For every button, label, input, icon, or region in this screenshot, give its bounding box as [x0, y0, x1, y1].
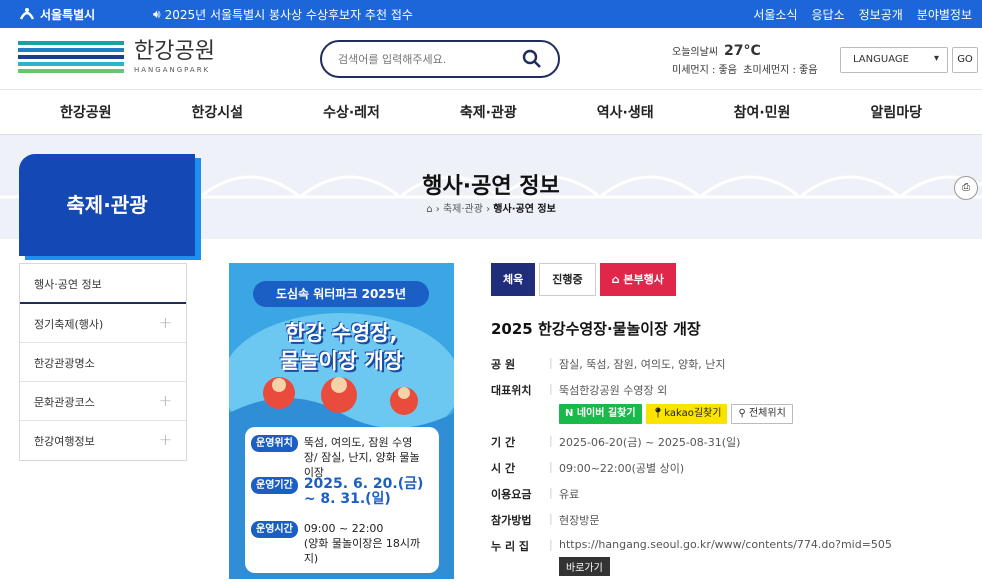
- side-item-travel-info[interactable]: 한강여행정보 +: [20, 421, 186, 460]
- weather-label: 오늘의날씨: [672, 47, 718, 58]
- language-label: LANGUAGE: [853, 54, 909, 65]
- organizer-badge: ⌂ 본부행사: [599, 263, 676, 296]
- seoul-logo-text: 서울특별시: [40, 7, 96, 22]
- map-pin-icon: 📍︎: [651, 408, 665, 419]
- poster-hours-tag: 운영시간: [251, 521, 298, 538]
- top-links: 서울소식 응답소 정보공개 분야별정보: [753, 6, 972, 23]
- breadcrumb-item[interactable]: 축제·관광: [443, 204, 483, 215]
- link-seoul-news[interactable]: 서울소식: [753, 6, 797, 23]
- page-title: 행사·공연 정보: [422, 174, 560, 199]
- top-bar: 서울특별시 🔊︎ 2025년 서울특별시 봉사상 수상후보자 추천 접수 서울소…: [0, 0, 982, 28]
- poster-hours: 09:00 ~ 22:00: [303, 522, 384, 535]
- info-row-period: 기 간 | 2025-06-20(금) ~ 2025-08-31(일): [491, 434, 741, 449]
- seoul-logo-icon: [19, 8, 35, 20]
- info-row-parks: 공 원 | 잠실, 뚝섬, 잠원, 여의도, 양화, 난지: [491, 356, 726, 371]
- poster-hours-note: (양화 물놀이장은 18시까지): [303, 537, 421, 565]
- side-item-label: 문화관광코스: [34, 396, 95, 409]
- info-row-location: 대표위치 | 뚝섬한강공원 수영장 외 N 네이버 길찾기 📍︎kakao길찾기 …: [491, 382, 971, 424]
- side-menu: 행사·공연 정보 정기축제(행사) + 한강관광명소 문화관광코스 + 한강여행…: [19, 263, 187, 461]
- event-poster: 도심속 워터파크 2025년 한강 수영장, 물놀이장 개장 운영위치 뚝섬, …: [229, 263, 454, 579]
- breadcrumb: ⌂ › 축제·관광 › 행사·공연 정보: [426, 204, 556, 215]
- hangang-park-logo[interactable]: 한강공원 HANGANGPARK: [18, 38, 215, 76]
- notice[interactable]: 🔊︎ 2025년 서울특별시 봉사상 수상후보자 추천 접수: [153, 6, 413, 23]
- side-item-label: 행사·공연 정보: [34, 278, 102, 291]
- chevron-down-icon: ▾: [933, 53, 939, 64]
- hangang-waves-icon: [18, 41, 124, 73]
- info-row-homepage: 누 리 집 | https://hangang.seoul.go.kr/www/c…: [491, 538, 892, 576]
- homepage-url[interactable]: https://hangang.seoul.go.kr/www/contents…: [559, 538, 892, 551]
- side-item-attractions[interactable]: 한강관광명소: [20, 343, 186, 382]
- weather: 오늘의날씨 27°C 미세먼지 : 좋음 초미세먼지 : 좋음: [672, 42, 817, 80]
- side-item-label: 한강관광명소: [34, 357, 95, 370]
- poster-period-start: 2025. 6. 20.(금): [303, 476, 424, 492]
- plus-icon[interactable]: +: [159, 313, 172, 332]
- nav-hangang-facilities[interactable]: 한강시설: [192, 102, 244, 122]
- event-title: 2025 한강수영장·물놀이장 개장: [491, 320, 701, 338]
- nav-participation[interactable]: 참여·민원: [734, 102, 791, 122]
- nav-history-ecology[interactable]: 역사·생태: [597, 102, 654, 122]
- poster-period-tag: 운영기간: [251, 477, 298, 494]
- breadcrumb-current: 행사·공연 정보: [493, 204, 556, 215]
- info-row-time: 시 간 | 09:00~22:00(공별 상이): [491, 460, 685, 475]
- brand-name: 한강공원: [134, 38, 215, 64]
- go-button[interactable]: 바로가기: [559, 557, 610, 576]
- notice-text: 2025년 서울특별시 봉사상 수상후보자 추천 접수: [164, 8, 413, 22]
- search-box: [320, 40, 560, 78]
- nav-water-leisure[interactable]: 수상·레저: [323, 102, 380, 122]
- side-item-events[interactable]: 행사·공연 정보: [20, 264, 186, 304]
- all-locations-button[interactable]: ⚲ 전체위치: [731, 404, 793, 424]
- side-item-label: 정기축제(행사): [34, 318, 104, 331]
- category-badge: 체육: [491, 263, 536, 296]
- map-buttons: N 네이버 길찾기 📍︎kakao길찾기 ⚲ 전체위치: [559, 404, 971, 424]
- ultrafine-dust-status: 초미세먼지 : 좋음: [743, 65, 818, 76]
- nav-notices[interactable]: 알림마당: [870, 102, 922, 122]
- kakao-directions-button[interactable]: 📍︎kakao길찾기: [645, 404, 728, 424]
- nav-hangang-park[interactable]: 한강공원: [60, 102, 112, 122]
- info-row-fee: 이용요금 | 유료: [491, 486, 580, 501]
- poster-location-tag: 운영위치: [251, 435, 298, 452]
- language-select[interactable]: LANGUAGE ▾: [840, 47, 948, 73]
- status-badge: 진행중: [539, 263, 596, 296]
- link-eungdapso[interactable]: 응답소: [812, 6, 845, 23]
- poster-info-panel: 운영위치 뚝섬, 여의도, 잠원 수영장/ 잠실, 난지, 양화 물놀이장 운영…: [245, 427, 439, 573]
- poster-period-end: ~ 8. 31.(일): [303, 491, 391, 507]
- print-icon[interactable]: ⎙: [954, 176, 978, 200]
- speaker-icon: 🔊︎: [153, 7, 161, 21]
- search-icon[interactable]: [522, 49, 542, 69]
- plus-icon[interactable]: +: [159, 430, 172, 449]
- search-input[interactable]: [338, 50, 518, 68]
- side-item-culture-course[interactable]: 문화관광코스 +: [20, 382, 186, 421]
- dust-status: 미세먼지 : 좋음: [672, 65, 737, 76]
- side-item-regular-festival[interactable]: 정기축제(행사) +: [20, 304, 186, 343]
- nav-festival-tourism[interactable]: 축제·관광: [460, 102, 517, 122]
- naver-directions-button[interactable]: N 네이버 길찾기: [559, 404, 642, 424]
- plus-icon[interactable]: +: [159, 391, 172, 410]
- brand-sub: HANGANGPARK: [134, 65, 211, 74]
- main-nav: 한강공원 한강시설 수상·레저 축제·관광 역사·생태 참여·민원 알림마당: [0, 90, 982, 135]
- poster-location: 뚝섬, 여의도, 잠원 수영장/ 잠실, 난지, 양화 물놀이장: [303, 436, 420, 479]
- poster-title-line1: 한강 수영장,: [285, 321, 398, 345]
- language-go-button[interactable]: GO: [952, 47, 978, 73]
- home-icon[interactable]: ⌂: [426, 204, 432, 215]
- link-field-info[interactable]: 분야별정보: [917, 6, 972, 23]
- poster-title-line2: 물놀이장 개장: [279, 349, 404, 373]
- header: 한강공원 HANGANGPARK 오늘의날씨 27°C 미세먼지 : 좋음 초미세…: [0, 28, 982, 90]
- map-pin-icon: ⚲: [738, 408, 746, 419]
- temperature: 27°C: [724, 43, 761, 59]
- info-row-method: 참가방법 | 현장방문: [491, 512, 600, 527]
- seoul-logo[interactable]: 서울특별시: [18, 5, 95, 23]
- event-badges: 체육 진행중 ⌂ 본부행사: [491, 263, 676, 296]
- side-item-label: 한강여행정보: [34, 435, 95, 448]
- poster-pill: 도심속 워터파크 2025년: [253, 281, 429, 307]
- link-info-disclosure[interactable]: 정보공개: [859, 6, 903, 23]
